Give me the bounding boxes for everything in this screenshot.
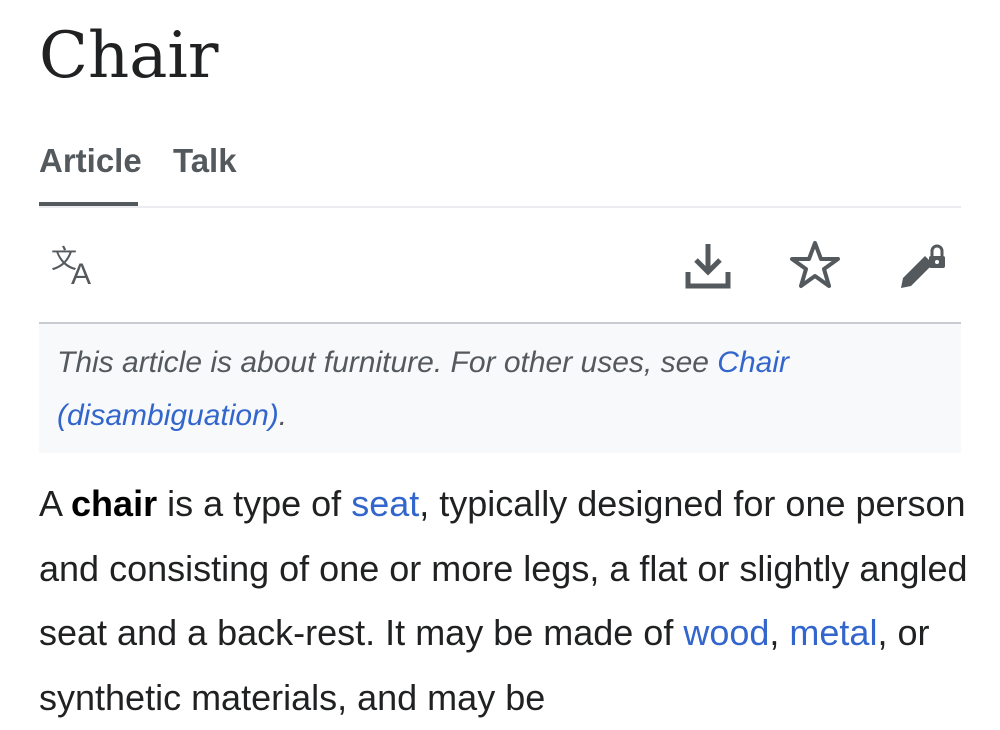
edit-locked-icon[interactable]	[895, 238, 951, 294]
seat-link[interactable]: seat	[351, 483, 419, 524]
tab-article[interactable]: Article	[39, 140, 142, 206]
hatnote-suffix: .	[278, 399, 288, 432]
svg-text:A: A	[71, 258, 91, 291]
download-icon[interactable]	[680, 238, 736, 294]
page-actions-toolbar: 文 A	[39, 208, 961, 324]
lead-paragraph: A chair is a type of seat, typically des…	[39, 472, 969, 730]
wood-link[interactable]: wood	[683, 612, 769, 653]
star-icon[interactable]	[787, 238, 843, 294]
page-title: Chair	[39, 19, 219, 93]
lead-text: ,	[769, 612, 790, 653]
lead-text: is a type of	[157, 483, 352, 524]
metal-link[interactable]: metal	[789, 612, 877, 653]
hatnote: This article is about furniture. For oth…	[39, 324, 961, 453]
lead-text: A	[39, 483, 72, 524]
language-translate-icon[interactable]: 文 A	[47, 238, 103, 294]
hatnote-text: This article is about furniture. For oth…	[57, 346, 718, 379]
page-tabs: Article Talk	[39, 140, 961, 208]
tab-talk[interactable]: Talk	[173, 140, 237, 182]
lead-bold-term: chair	[71, 483, 158, 524]
